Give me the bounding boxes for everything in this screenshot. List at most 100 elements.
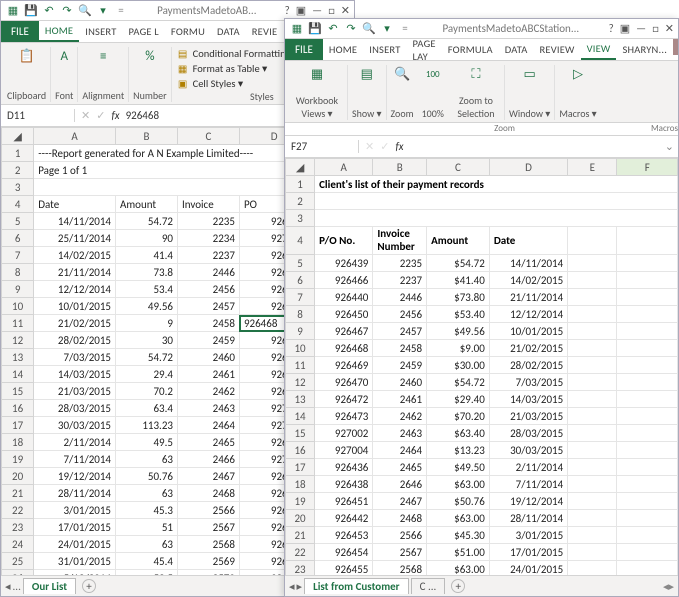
row-header[interactable]: 18 (286, 476, 315, 493)
cell-inv[interactable]: 2235 (373, 255, 427, 272)
expand-formula-icon[interactable]: ⌄ (661, 140, 678, 153)
cell-date[interactable]: 7/11/2014 (34, 451, 116, 468)
cell-date[interactable]: 25/11/2014 (34, 230, 116, 247)
col-C[interactable]: C (177, 128, 239, 145)
row-header[interactable]: 15 (2, 383, 34, 400)
row-header[interactable]: 13 (2, 349, 34, 366)
tab-insert[interactable]: INSERT (79, 21, 122, 42)
cell-date[interactable]: 17/01/2015 (34, 519, 116, 536)
cell-amt[interactable]: $41.40 (427, 272, 490, 289)
hdr-amount[interactable]: Amount (427, 227, 490, 255)
cell-inv[interactable]: 2465 (373, 459, 427, 476)
row-header[interactable]: 9 (2, 281, 34, 298)
maximize-icon[interactable]: □ (652, 22, 659, 35)
cell-amount[interactable]: 90 (116, 230, 178, 247)
user-name[interactable]: Sharyn... (616, 39, 673, 60)
tab-file[interactable]: FILE (285, 39, 323, 60)
scroll-right-icon[interactable]: ▸ (668, 580, 674, 593)
cell-date[interactable]: 28/11/2014 (34, 485, 116, 502)
cell-amt[interactable]: $49.56 (427, 323, 490, 340)
cancel-icon[interactable]: ✕ (81, 109, 90, 122)
cell-inv[interactable]: 2237 (373, 272, 427, 289)
cell-inv[interactable]: 2459 (373, 357, 427, 374)
row-header[interactable]: 21 (286, 527, 315, 544)
cell-amt[interactable]: $63.00 (427, 561, 490, 576)
redo-icon[interactable]: ↷ (343, 21, 359, 37)
cell-amt[interactable]: $73.80 (427, 289, 490, 306)
macros-icon[interactable]: ▷ (569, 65, 587, 83)
row-header[interactable]: 25 (2, 553, 34, 570)
cell-amt[interactable]: $29.40 (427, 391, 490, 408)
cell-amt[interactable]: $70.20 (427, 408, 490, 425)
cell-date[interactable]: 14/02/2015 (489, 272, 567, 289)
cell-invoice[interactable]: 2237 (177, 247, 239, 264)
row-header[interactable]: 12 (2, 332, 34, 349)
row-header[interactable]: 11 (286, 357, 315, 374)
tab-view[interactable]: VIEW (581, 39, 617, 60)
row-header[interactable]: 6 (286, 272, 315, 289)
cell-po[interactable]: 926451 (315, 493, 373, 510)
enter-icon[interactable]: ✓ (96, 109, 105, 122)
cell-date[interactable]: 24/01/2015 (34, 536, 116, 553)
select-all[interactable]: ◢ (286, 159, 315, 176)
cell-inv[interactable]: 2456 (373, 306, 427, 323)
views-icon[interactable]: ▦ (308, 65, 326, 83)
cell-invoice[interactable]: 2456 (177, 281, 239, 298)
cell-invoice[interactable]: 2458 (177, 315, 239, 332)
row-header[interactable]: 11 (2, 315, 34, 332)
cell-po[interactable]: 926442 (315, 510, 373, 527)
tab-data[interactable]: DATA (211, 21, 246, 42)
cell-po[interactable]: 926473 (315, 408, 373, 425)
cell-amt[interactable]: $9.00 (427, 340, 490, 357)
cell-invoice[interactable]: 2566 (177, 502, 239, 519)
cell-po[interactable]: 926466 (315, 272, 373, 289)
minimize-icon[interactable]: — (312, 4, 322, 17)
cell-amount[interactable]: 29.4 (116, 366, 178, 383)
undo-icon[interactable]: ↶ (325, 21, 341, 37)
row-header[interactable]: 6 (2, 230, 34, 247)
close-icon[interactable]: ✕ (665, 22, 674, 35)
sheet-tab-list-from-customer[interactable]: List from Customer (304, 578, 409, 594)
cell-date[interactable]: 2/11/2014 (489, 459, 567, 476)
cell-invoice[interactable]: 2459 (177, 332, 239, 349)
cell-amount[interactable]: 45.4 (116, 553, 178, 570)
cell-invoice[interactable]: 2460 (177, 349, 239, 366)
row-header[interactable]: 20 (2, 468, 34, 485)
hdr-date[interactable]: Date (34, 196, 116, 213)
cell-inv[interactable]: 2568 (373, 561, 427, 576)
cell-amt[interactable]: $54.72 (427, 374, 490, 391)
row-header[interactable]: 18 (2, 434, 34, 451)
cell-amount[interactable]: 54.72 (116, 349, 178, 366)
row-header[interactable]: 23 (286, 561, 315, 576)
cell-inv[interactable]: 2646 (373, 476, 427, 493)
cell-inv[interactable]: 2566 (373, 527, 427, 544)
cell-po[interactable]: 926453 (315, 527, 373, 544)
cell-date[interactable]: 21/03/2015 (489, 408, 567, 425)
cell-po[interactable]: 927004 (315, 442, 373, 459)
cell-amt[interactable]: $63.40 (427, 425, 490, 442)
sheet-nav-more[interactable]: ... (13, 580, 21, 593)
hdr-date[interactable]: Date (489, 227, 567, 255)
fx-icon[interactable]: fx (395, 140, 403, 153)
col-F[interactable]: F (617, 159, 678, 176)
cell-invoice[interactable]: 2446 (177, 264, 239, 281)
formula-value[interactable]: 926468 (126, 109, 159, 122)
cell-po[interactable]: 926454 (315, 544, 373, 561)
row-header[interactable]: 14 (2, 366, 34, 383)
cell-po[interactable]: 926468 (315, 340, 373, 357)
cell-invoice[interactable]: 2464 (177, 417, 239, 434)
cell-amt[interactable]: $53.40 (427, 306, 490, 323)
grid[interactable]: ◢ A B C D E F 1Client's list of their pa… (285, 158, 678, 575)
cell-amount[interactable]: 63 (116, 451, 178, 468)
col-B[interactable]: B (116, 128, 178, 145)
percent-icon[interactable]: % (141, 47, 159, 65)
cell-amount[interactable]: 70.2 (116, 383, 178, 400)
show-icon[interactable]: ▤ (358, 65, 376, 83)
cell-po[interactable]: 926469 (315, 357, 373, 374)
cell-amount[interactable]: 9 (116, 315, 178, 332)
cell-amt[interactable]: $49.50 (427, 459, 490, 476)
cell-date[interactable]: 14/02/2015 (34, 247, 116, 264)
align-icon[interactable]: ≡ (94, 47, 112, 65)
hdr-invnum[interactable]: Invoice Number (373, 227, 427, 255)
cell-invoice[interactable]: 2568 (177, 536, 239, 553)
